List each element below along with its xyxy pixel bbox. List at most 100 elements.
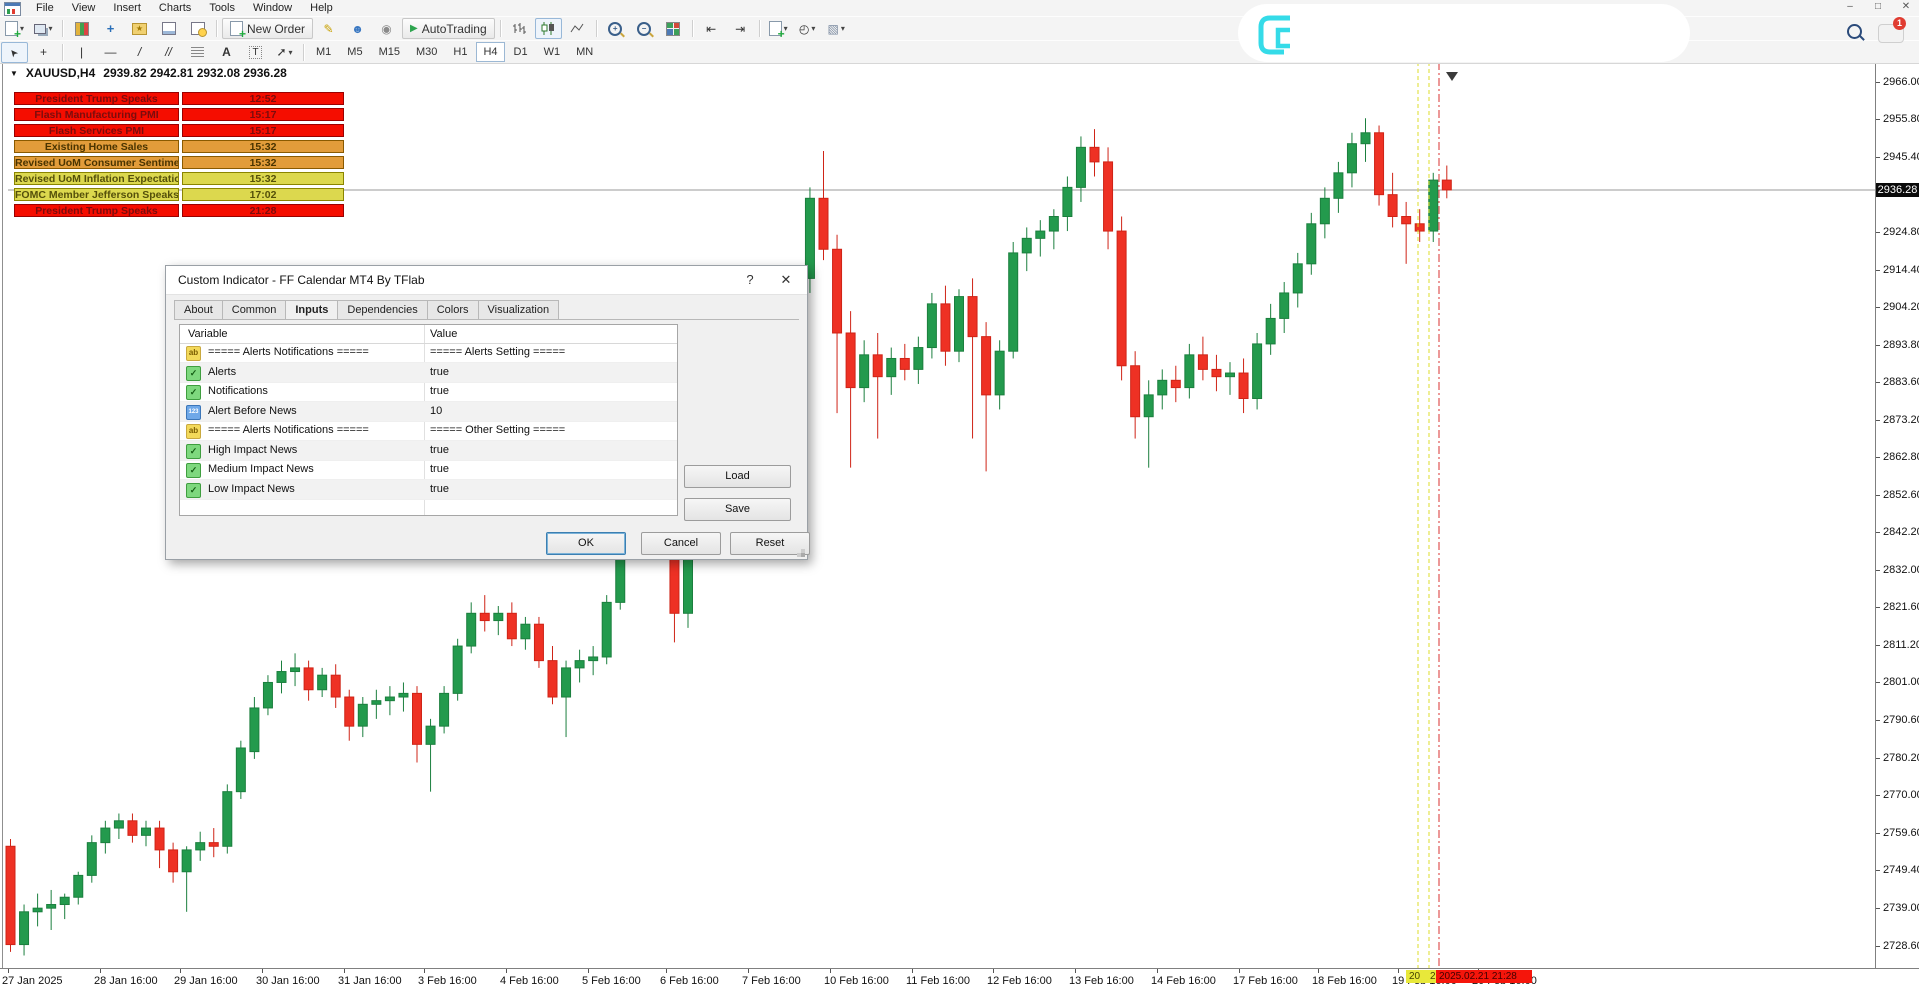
cursor-button[interactable]: ➤ (1, 42, 28, 63)
fibonacci-button[interactable] (184, 42, 211, 63)
candle-body (1375, 133, 1384, 195)
price-tick-label: 2883.60 (1883, 376, 1919, 388)
timeframe-m30[interactable]: M30 (409, 42, 444, 62)
text-label-button[interactable]: T (242, 42, 269, 63)
save-button[interactable]: Save (684, 498, 791, 521)
templates-button[interactable]: ▧▾ (823, 18, 850, 39)
tab-colors[interactable]: Colors (428, 300, 479, 320)
table-row[interactable]: ✓Medium Impact Newstrue (180, 460, 677, 480)
maximize-icon[interactable]: □ (1871, 1, 1885, 12)
reset-button[interactable]: Reset (730, 532, 810, 555)
news-time: 15:32 (182, 156, 344, 169)
param-value[interactable]: true (430, 463, 449, 475)
strategy-tester-button[interactable] (184, 18, 211, 39)
expert-advisors-button[interactable]: ☻ (344, 18, 371, 39)
close-icon[interactable]: ✕ (1899, 1, 1913, 12)
timeframe-mn[interactable]: MN (569, 42, 600, 62)
market-watch-button[interactable] (68, 18, 95, 39)
tab-visualization[interactable]: Visualization (479, 300, 560, 320)
ok-button[interactable]: OK (546, 532, 626, 555)
param-value[interactable]: true (430, 385, 449, 397)
timeframe-w1[interactable]: W1 (537, 42, 568, 62)
candle-body (87, 843, 96, 876)
text-button[interactable]: A (213, 42, 240, 63)
search-icon[interactable] (1847, 24, 1862, 39)
menu-view[interactable]: View (63, 1, 105, 15)
minimize-icon[interactable]: – (1843, 1, 1857, 12)
timeframe-h1[interactable]: H1 (446, 42, 474, 62)
bar-chart-button[interactable] (506, 18, 533, 39)
line-chart-button[interactable] (564, 18, 591, 39)
data-window-button[interactable]: + (97, 18, 124, 39)
dialog-title-bar[interactable]: Custom Indicator - FF Calendar MT4 By TF… (166, 266, 807, 295)
timeframe-m15[interactable]: M15 (372, 42, 407, 62)
table-row[interactable]: ab===== Alerts Notifications ========== … (180, 343, 677, 363)
param-value[interactable]: true (430, 444, 449, 456)
cancel-button[interactable]: Cancel (641, 532, 721, 555)
tab-inputs[interactable]: Inputs (286, 300, 338, 320)
trendline-button[interactable]: / (126, 42, 153, 63)
table-row[interactable]: ab===== Alerts Notifications ========== … (180, 421, 677, 441)
candle-body (1104, 162, 1113, 231)
tab-about[interactable]: About (174, 300, 223, 320)
load-button[interactable]: Load (684, 465, 791, 488)
timeframe-h4[interactable]: H4 (476, 42, 504, 62)
timeframe-m1[interactable]: M1 (309, 42, 338, 62)
navigator-button[interactable]: ★ (126, 18, 153, 39)
menu-charts[interactable]: Charts (150, 1, 200, 15)
notifications-icon[interactable]: 1 (1878, 24, 1904, 43)
param-value[interactable]: true (430, 366, 449, 378)
tile-windows-button[interactable] (660, 18, 687, 39)
speaker-button[interactable]: ◉ (373, 18, 400, 39)
periods-button[interactable]: ◴▾ (794, 18, 821, 39)
crosshair-button[interactable]: + (30, 42, 57, 63)
chart-shift-end-button[interactable]: ⇥ (727, 18, 754, 39)
param-value[interactable]: true (430, 483, 449, 495)
new-chart-button[interactable]: +▾ (1, 18, 28, 39)
bool-param-icon: ✓ (186, 385, 201, 400)
price-axis[interactable]: 2966.002955.802945.402935.202924.802914.… (1875, 62, 1919, 968)
param-value[interactable]: ===== Other Setting ===== (430, 424, 565, 436)
zoom-in-button[interactable]: + (602, 18, 629, 39)
arrows-button[interactable]: ➚▾ (271, 42, 298, 63)
symbol-caret-icon[interactable]: ▼ (10, 69, 18, 78)
table-row[interactable]: ✓Notificationstrue (180, 382, 677, 402)
autotrading-button[interactable]: ▶AutoTrading (402, 18, 495, 39)
param-value[interactable]: ===== Alerts Setting ===== (430, 346, 565, 358)
menu-tools[interactable]: Tools (200, 1, 244, 15)
table-row[interactable]: ✓Alertstrue (180, 363, 677, 383)
terminal-button[interactable] (155, 18, 182, 39)
time-tick (506, 969, 507, 973)
new-order-icon: + (230, 21, 243, 36)
tab-dependencies[interactable]: Dependencies (338, 300, 427, 320)
help-icon[interactable]: ? (741, 272, 759, 287)
close-icon[interactable]: ✕ (777, 272, 795, 288)
time-axis[interactable]: 27 Jan 202528 Jan 16:0029 Jan 16:0030 Ja… (0, 968, 1919, 997)
menu-window[interactable]: Window (244, 1, 301, 15)
price-tick-label: 2852.60 (1883, 489, 1919, 501)
metaeditor-button[interactable]: ✎ (315, 18, 342, 39)
chart-shift-begin-button[interactable]: ⇤ (698, 18, 725, 39)
vertical-line-button[interactable]: | (68, 42, 95, 63)
new-order-button[interactable]: +New Order (222, 18, 313, 39)
table-row[interactable]: ✓High Impact Newstrue (180, 441, 677, 461)
indicators-button[interactable]: +▾ (765, 18, 792, 39)
resize-grip[interactable] (801, 553, 805, 557)
zoom-out-button[interactable]: – (631, 18, 658, 39)
menu-file[interactable]: File (27, 1, 63, 15)
param-value[interactable]: 10 (430, 405, 442, 417)
tab-common[interactable]: Common (223, 300, 287, 320)
candlestick-chart-button[interactable] (535, 18, 562, 39)
candle-body (914, 348, 923, 370)
timeframe-m5[interactable]: M5 (340, 42, 369, 62)
menu-help[interactable]: Help (301, 1, 342, 15)
profiles-button[interactable]: ▾ (30, 18, 57, 39)
menu-insert[interactable]: Insert (104, 1, 150, 15)
channel-button[interactable]: // (155, 42, 182, 63)
toolbar-separator (596, 20, 597, 37)
horizontal-line-button[interactable]: — (97, 42, 124, 63)
timeframe-d1[interactable]: D1 (507, 42, 535, 62)
chevron-down-icon: ▾ (811, 24, 815, 33)
table-row[interactable]: ✓Low Impact Newstrue (180, 480, 677, 500)
table-row[interactable]: 123Alert Before News10 (180, 402, 677, 422)
